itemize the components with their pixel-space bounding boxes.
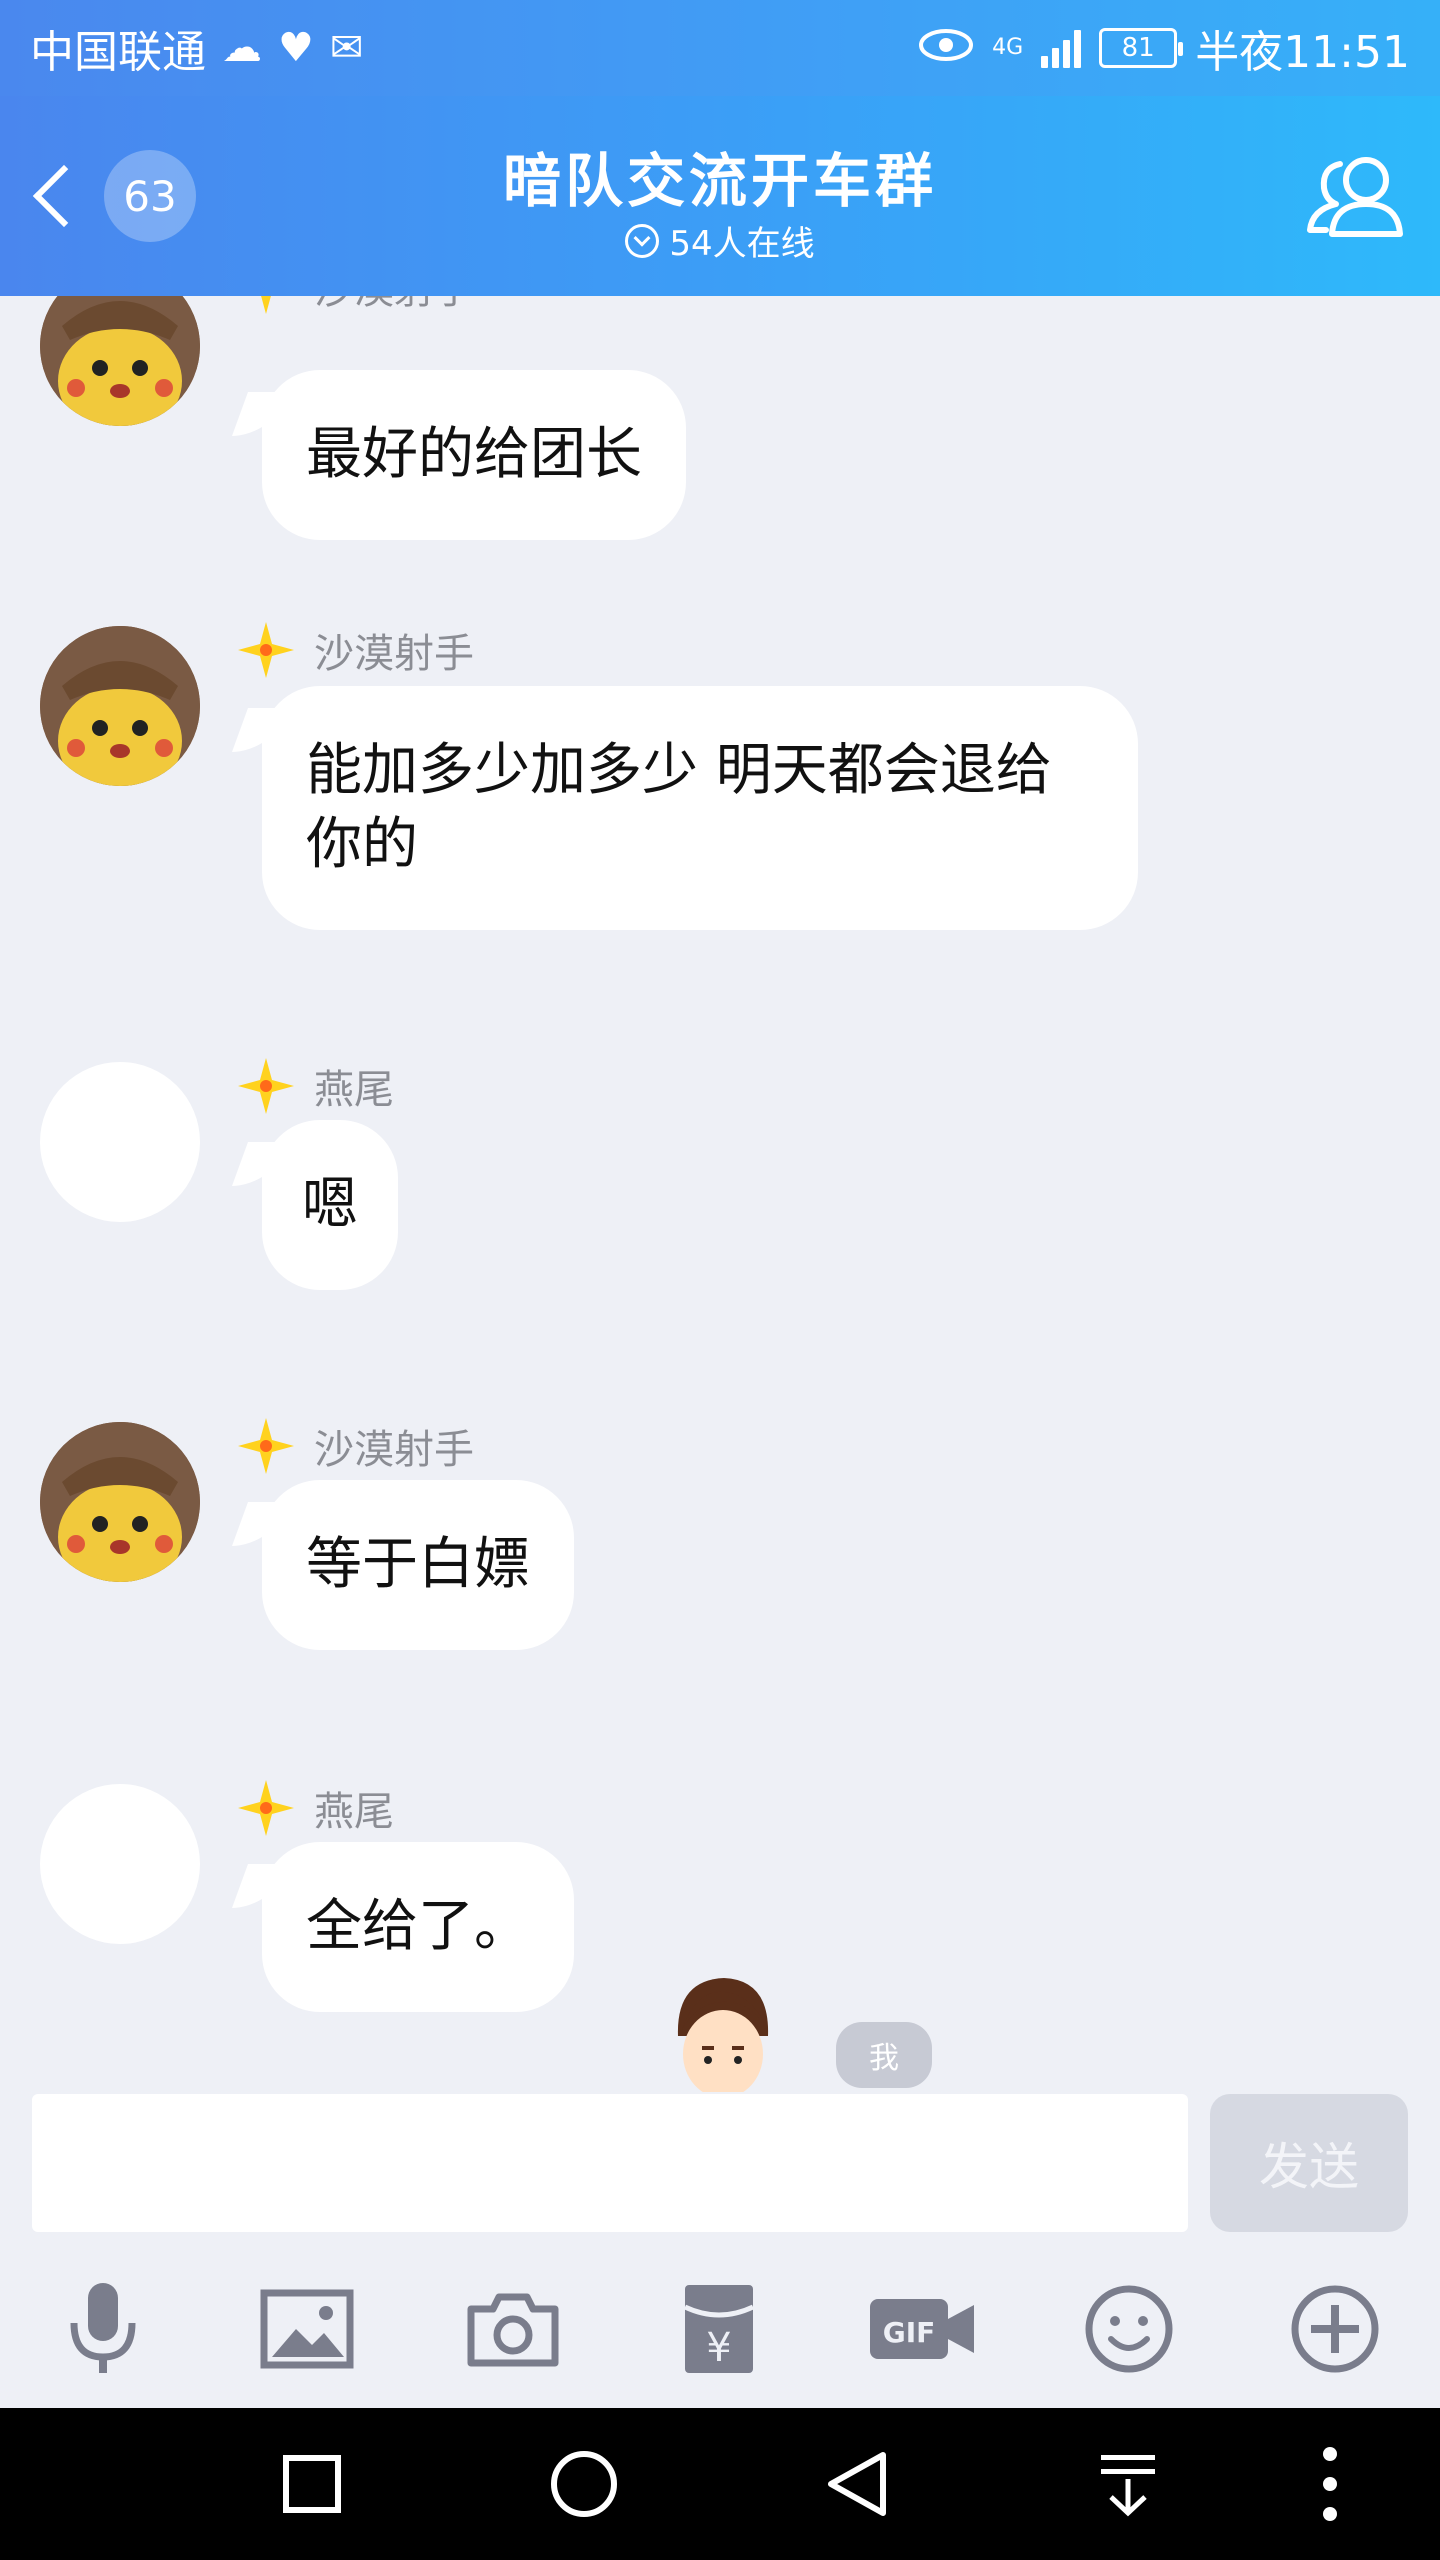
- clock: 半夜11:51: [1195, 27, 1410, 78]
- message-text: 嗯: [302, 1172, 358, 1237]
- member-level-star-icon: [238, 622, 294, 678]
- sender-name: 沙漠射手: [314, 631, 474, 677]
- cloud-icon: ☁: [222, 25, 262, 71]
- sender-row: 沙漠射手: [236, 1416, 474, 1476]
- notification-pull-icon[interactable]: [1088, 2444, 1168, 2524]
- home-icon[interactable]: [544, 2444, 624, 2524]
- chat-app: 中国联通 ☁ ♥ ✉ 4G 81 半夜11:51 63 暗队交流开车群 54人在…: [0, 0, 1440, 2560]
- camera-icon[interactable]: [458, 2274, 568, 2384]
- send-button[interactable]: 发送: [1210, 2094, 1408, 2232]
- sender-name: 燕尾: [314, 1789, 394, 1835]
- red-packet-icon[interactable]: ¥: [664, 2274, 774, 2384]
- sender-row: 沙漠射手: [236, 620, 474, 680]
- gif-video-icon[interactable]: GIF: [868, 2274, 978, 2384]
- image-icon[interactable]: [252, 2274, 362, 2384]
- message-text: 全给了。: [306, 1894, 530, 1959]
- heart-monitor-icon: ♥: [278, 25, 314, 71]
- message-bubble[interactable]: 能加多少加多少 明天都会退给你的: [262, 686, 1138, 930]
- eye-icon: [918, 23, 974, 74]
- message-item: 沙漠射手 等于白嫖: [0, 1418, 1440, 1722]
- self-avatar-peek[interactable]: [658, 1966, 788, 2092]
- emoji-icon[interactable]: [1074, 2274, 1184, 2384]
- battery-level: 81: [1121, 33, 1155, 63]
- chevron-down-circle-icon: [625, 223, 660, 258]
- more-icon[interactable]: [1290, 2444, 1370, 2524]
- input-area: 发送 ¥ GIF: [0, 2092, 1440, 2408]
- status-bar: 中国联通 ☁ ♥ ✉ 4G 81 半夜11:51: [0, 0, 1440, 96]
- svg-text:¥: ¥: [706, 2325, 731, 2371]
- member-level-star-icon: [238, 1418, 294, 1474]
- group-title: 暗队交流开车群: [502, 147, 937, 215]
- online-count-label: 54人在线: [669, 224, 815, 264]
- back-icon[interactable]: [816, 2444, 896, 2524]
- message-text: 等于白嫖: [306, 1532, 530, 1597]
- recent-apps-icon[interactable]: [272, 2444, 352, 2524]
- self-tag: 我: [836, 2022, 932, 2088]
- group-members-icon: [1307, 157, 1403, 237]
- input-toolbar: ¥ GIF: [0, 2274, 1440, 2408]
- avatar[interactable]: [40, 1422, 200, 1582]
- avatar[interactable]: [40, 626, 200, 786]
- avatar[interactable]: [40, 1784, 200, 1944]
- system-nav-bar: [0, 2408, 1440, 2560]
- title-bar: 63 暗队交流开车群 54人在线: [0, 96, 1440, 296]
- member-level-star-icon: [261, 296, 271, 314]
- mail-icon: ✉: [329, 25, 364, 71]
- message-bubble[interactable]: 等于白嫖: [262, 1480, 574, 1650]
- battery-icon: 81: [1099, 28, 1184, 68]
- carrier-label: 中国联通: [30, 27, 206, 78]
- sender-name: 沙漠射手: [314, 296, 474, 315]
- svg-text:GIF: GIF: [883, 2316, 936, 2349]
- avatar[interactable]: [40, 1062, 200, 1222]
- sender-row: 沙漠射手: [236, 296, 474, 316]
- sender-row: 燕尾: [236, 1778, 394, 1838]
- member-level-star-icon: [238, 1780, 294, 1836]
- message-item: 沙漠射手 最好的给团长: [0, 296, 1440, 546]
- microphone-icon[interactable]: [48, 2274, 158, 2384]
- plus-icon[interactable]: [1280, 2274, 1390, 2384]
- message-item: 沙漠射手 能加多少加多少 明天都会退给你的: [0, 622, 1440, 986]
- sender-name: 沙漠射手: [314, 1427, 474, 1473]
- sender-name: 燕尾: [314, 1067, 394, 1113]
- message-bubble[interactable]: 最好的给团长: [262, 370, 686, 540]
- member-level-star-icon: [238, 1058, 294, 1114]
- message-item: 燕尾 嗯: [0, 1058, 1440, 1362]
- group-members-button[interactable]: [1300, 146, 1410, 246]
- online-count[interactable]: 54人在线: [0, 216, 1440, 265]
- chat-message-list[interactable]: 沙漠射手 最好的给团长 沙漠射手 能加多少加多少 明天都会退给你的: [0, 296, 1440, 2092]
- message-bubble[interactable]: 全给了。: [262, 1842, 574, 2012]
- message-text: 最好的给团长: [306, 422, 642, 487]
- network-type: 4G: [992, 35, 1024, 60]
- signal-icon: [1041, 28, 1082, 68]
- message-text: 能加多少加多少 明天都会退给你的: [306, 738, 1052, 877]
- avatar[interactable]: [40, 296, 200, 426]
- message-input[interactable]: [32, 2094, 1188, 2232]
- sender-row: 燕尾: [236, 1056, 394, 1116]
- message-bubble[interactable]: 嗯: [262, 1120, 398, 1290]
